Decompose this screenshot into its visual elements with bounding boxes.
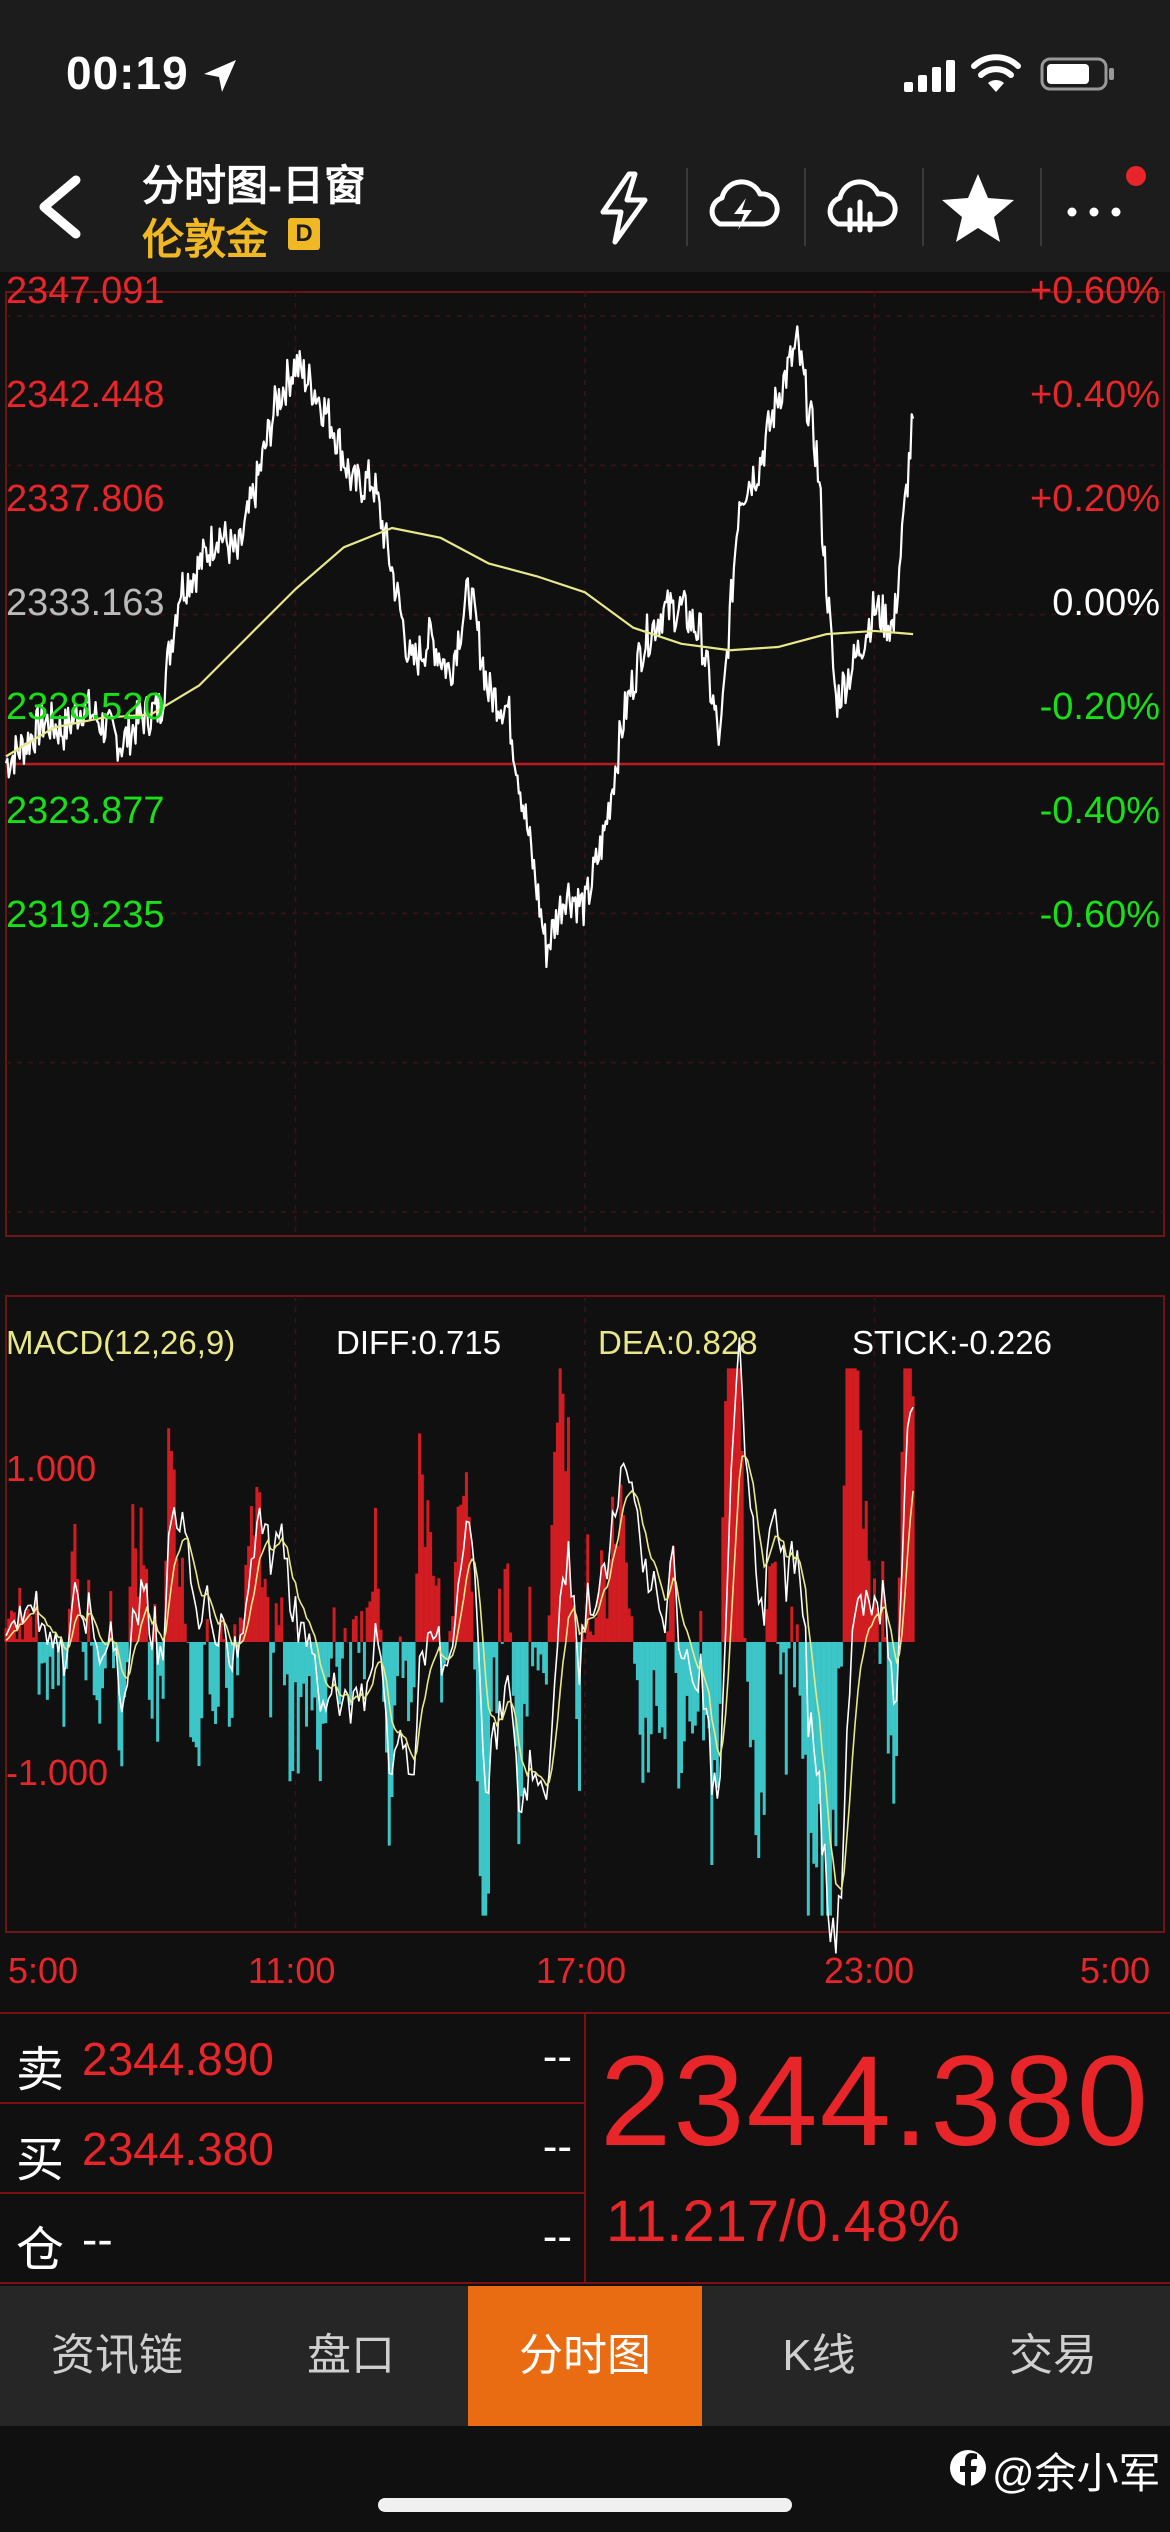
more-options-icon[interactable]	[1056, 168, 1136, 248]
tab-news-chain[interactable]: 资讯链	[0, 2286, 234, 2426]
macd-indicator-label[interactable]: MACD(12,26,9)	[6, 1324, 235, 1362]
intraday-chart[interactable]: 2347.091 +0.60% 2342.448 +0.40% 2337.806 +0.2…	[0, 270, 1170, 2012]
price-axis-label: 2328.520	[6, 686, 165, 728]
percent-axis-label: -0.40%	[1039, 790, 1160, 832]
percent-axis-label: +0.60%	[1030, 270, 1160, 312]
back-chevron-icon[interactable]	[30, 172, 90, 242]
header-divider	[1040, 168, 1042, 246]
app-header: 分时图-日窗 伦敦金 D	[0, 140, 1170, 272]
macd-lower-tick: -1.000	[6, 1752, 109, 1793]
cloud-chart-icon[interactable]	[820, 168, 900, 248]
macd-dea-value: DEA:0.828	[598, 1324, 758, 1361]
page-title: 分时图-日窗	[142, 162, 366, 209]
bottom-tab-bar: 资讯链 盘口 分时图 K线 交易	[0, 2286, 1170, 2426]
quote-divider	[584, 2014, 586, 2284]
quote-panel: 卖 2344.890 -- 买 2344.380 -- 仓 -- -- 2344…	[0, 2012, 1170, 2284]
sell-row[interactable]: 卖 2344.890 --	[0, 2014, 584, 2104]
buy-qty: --	[542, 2122, 572, 2171]
price-axis-label: 2342.448	[6, 374, 165, 416]
facebook-icon	[950, 2450, 986, 2486]
price-axis-label: 2337.806	[6, 478, 165, 520]
last-price: 2344.380	[600, 2030, 1150, 2173]
cellular-signal-icon	[904, 60, 955, 92]
location-arrow-icon	[204, 60, 236, 92]
macd-upper-tick: 1.000	[6, 1448, 97, 1489]
status-bar: 00:19	[0, 0, 1170, 140]
time-tick: 11:00	[248, 1950, 336, 1991]
macd-diff-line	[5, 1337, 914, 1954]
tab-intraday-chart[interactable]: 分时图	[468, 2286, 702, 2426]
percent-axis-label: -0.60%	[1039, 894, 1160, 936]
percent-axis-label: -0.20%	[1039, 686, 1160, 728]
tab-trade[interactable]: 交易	[936, 2286, 1170, 2426]
footer: @余小军	[0, 2426, 1170, 2532]
position-row[interactable]: 仓 -- --	[0, 2194, 584, 2284]
sell-qty: --	[542, 2032, 572, 2081]
time-tick: 5:00	[8, 1950, 79, 1991]
percent-axis-label: 0.00%	[1052, 582, 1160, 624]
percent-axis-label: +0.40%	[1030, 374, 1160, 416]
price-axis-label: 2347.091	[6, 270, 165, 312]
price-change: 11.217/0.48%	[606, 2189, 960, 2254]
price-axis-label: 2319.235	[6, 894, 165, 936]
lightning-icon[interactable]	[585, 168, 665, 248]
position-qty: --	[542, 2212, 572, 2261]
macd-diff-value: DIFF:0.715	[336, 1324, 502, 1361]
home-indicator[interactable]	[378, 2498, 792, 2512]
price-axis-label: 2333.163	[6, 582, 165, 624]
watermark: @余小军	[992, 2450, 1161, 2497]
chart-canvas	[4, 291, 1165, 1954]
header-divider	[686, 168, 688, 246]
sell-label: 卖	[16, 2044, 65, 2097]
tab-candlestick[interactable]: K线	[702, 2286, 936, 2426]
battery-icon	[1040, 57, 1114, 91]
time-tick: 17:00	[536, 1950, 627, 1991]
status-time: 00:19	[66, 47, 189, 99]
instrument-name: 伦敦金	[142, 216, 269, 263]
wifi-icon	[971, 54, 1021, 92]
daily-badge: D	[288, 218, 320, 250]
position-value: --	[82, 2213, 113, 2265]
header-divider	[804, 168, 806, 246]
time-tick: 23:00	[824, 1950, 915, 1991]
buy-label: 买	[16, 2134, 65, 2187]
tab-order-book[interactable]: 盘口	[234, 2286, 468, 2426]
header-divider	[922, 168, 924, 246]
price-axis-label: 2323.877	[6, 790, 165, 832]
macd-stick-value: STICK:-0.226	[852, 1324, 1052, 1361]
time-tick: 5:00	[1080, 1950, 1151, 1991]
cloud-flash-icon[interactable]	[702, 168, 782, 248]
percent-axis-label: +0.20%	[1030, 478, 1160, 520]
notification-dot	[1126, 166, 1146, 186]
buy-price: 2344.380	[82, 2123, 274, 2175]
sell-price: 2344.890	[82, 2033, 274, 2085]
position-label: 仓	[16, 2224, 65, 2277]
buy-row[interactable]: 买 2344.380 --	[0, 2104, 584, 2194]
star-icon[interactable]	[938, 168, 1018, 248]
